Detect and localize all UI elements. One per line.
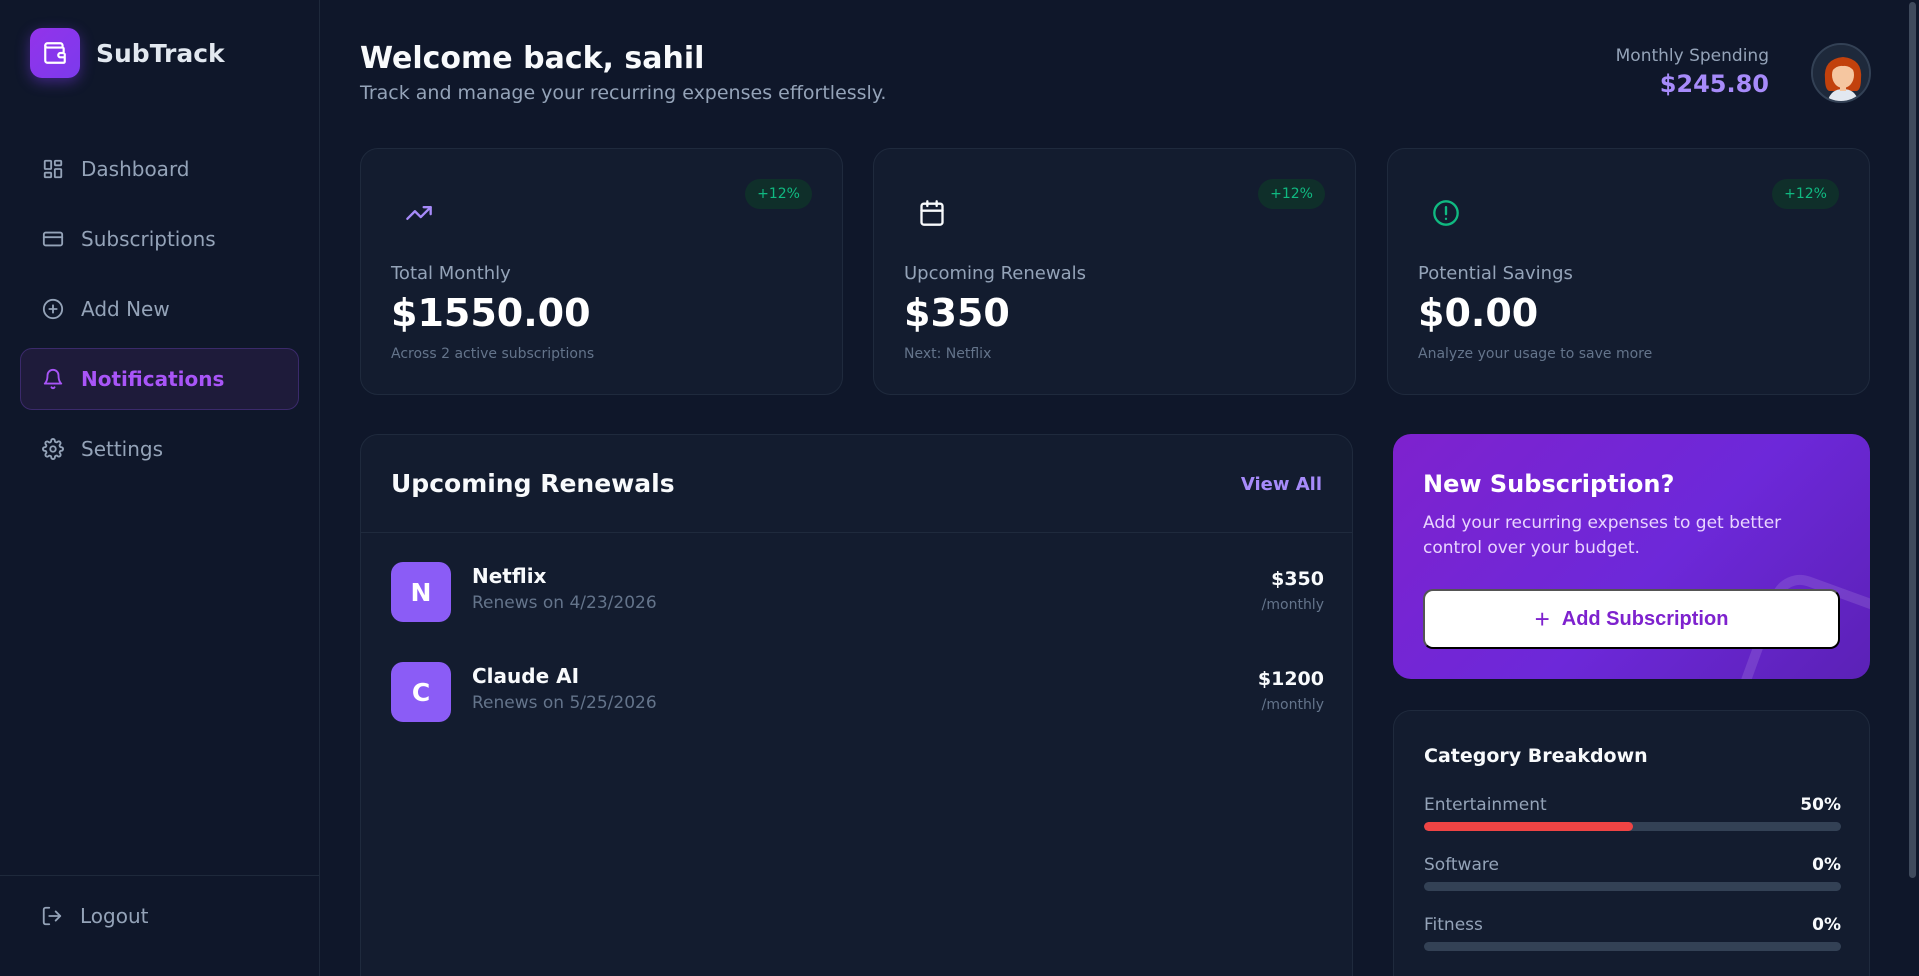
renewals-header: Upcoming Renewals View All bbox=[361, 435, 1352, 533]
list-item[interactable]: N Netflix Renews on 4/23/2026 $350 /mont… bbox=[391, 562, 1324, 622]
stat-card-potential-savings: +12% Potential Savings $0.00 Analyze you… bbox=[1387, 148, 1870, 395]
service-price: $350 bbox=[1271, 568, 1324, 590]
logout-button[interactable]: Logout bbox=[40, 904, 148, 928]
page-subtitle: Track and manage your recurring expenses… bbox=[360, 82, 887, 104]
stat-note: Analyze your usage to save more bbox=[1418, 346, 1653, 362]
view-all-link[interactable]: View All bbox=[1241, 474, 1322, 495]
category-progress-track bbox=[1424, 822, 1841, 831]
stat-label: Total Monthly bbox=[391, 263, 511, 284]
sidebar-item-dashboard[interactable]: Dashboard bbox=[20, 138, 299, 200]
service-avatar: C bbox=[391, 662, 451, 722]
new-subscription-card: New Subscription? Add your recurring exp… bbox=[1393, 434, 1870, 679]
stat-card-upcoming-renewals: +12% Upcoming Renewals $350 Next: Netfli… bbox=[873, 148, 1356, 395]
status-badge: +12% bbox=[745, 179, 812, 209]
sidebar-item-settings[interactable]: Settings bbox=[20, 418, 299, 480]
sidebar-nav: Dashboard Subscriptions Add New Notifica… bbox=[20, 138, 299, 488]
list-item[interactable]: C Claude AI Renews on 5/25/2026 $1200 /m… bbox=[391, 662, 1324, 722]
category-name: Fitness bbox=[1424, 915, 1483, 935]
page-title: Welcome back, sahil bbox=[360, 41, 705, 76]
calendar-icon bbox=[916, 197, 948, 229]
category-name: Entertainment bbox=[1424, 795, 1547, 815]
category-row-software: Software 0% bbox=[1424, 855, 1841, 891]
status-badge: +12% bbox=[1258, 179, 1325, 209]
category-percent: 50% bbox=[1800, 795, 1841, 815]
gear-icon bbox=[41, 437, 65, 461]
card-icon bbox=[41, 227, 65, 251]
status-badge: +12% bbox=[1772, 179, 1839, 209]
category-row-fitness: Fitness 0% bbox=[1424, 915, 1841, 951]
service-price: $1200 bbox=[1257, 668, 1324, 690]
trending-up-icon bbox=[403, 197, 435, 229]
monthly-spending: Monthly Spending $245.80 bbox=[1616, 46, 1769, 98]
sidebar-item-label: Subscriptions bbox=[81, 227, 216, 251]
plus-circle-icon bbox=[41, 297, 65, 321]
stat-value: $1550.00 bbox=[391, 291, 591, 335]
category-progress-track bbox=[1424, 882, 1841, 891]
avatar[interactable] bbox=[1811, 43, 1871, 103]
page-scrollbar[interactable] bbox=[1906, 0, 1919, 976]
category-percent: 0% bbox=[1812, 855, 1841, 875]
stat-note: Across 2 active subscriptions bbox=[391, 346, 595, 362]
wallet-icon bbox=[30, 28, 80, 78]
add-subscription-button[interactable]: + Add Subscription bbox=[1423, 589, 1840, 649]
monthly-spending-label: Monthly Spending bbox=[1615, 46, 1769, 66]
grid-icon bbox=[41, 157, 65, 181]
plus-icon: + bbox=[1534, 603, 1550, 634]
category-percent: 0% bbox=[1812, 915, 1841, 935]
bell-icon bbox=[41, 367, 65, 391]
stat-value: $350 bbox=[904, 291, 1010, 335]
promo-text: Add your recurring expenses to get bette… bbox=[1423, 513, 1782, 558]
billing-period: /monthly bbox=[1261, 697, 1324, 713]
monthly-spending-value: $245.80 bbox=[1659, 70, 1769, 98]
stat-card-total-monthly: +12% Total Monthly $1550.00 Across 2 act… bbox=[360, 148, 843, 395]
category-progress-track bbox=[1424, 942, 1841, 951]
upcoming-renewals-panel: Upcoming Renewals View All N Netflix Ren… bbox=[360, 434, 1353, 976]
category-title: Category Breakdown bbox=[1424, 745, 1648, 767]
logout-area: Logout bbox=[0, 875, 320, 976]
sidebar-item-notifications[interactable]: Notifications bbox=[20, 348, 299, 410]
service-name: Claude AI bbox=[472, 664, 580, 688]
service-avatar: N bbox=[391, 562, 451, 622]
promo-title: New Subscription? bbox=[1423, 470, 1675, 498]
stat-value: $0.00 bbox=[1418, 291, 1539, 335]
brand[interactable]: SubTrack bbox=[30, 28, 225, 78]
stat-note: Next: Netflix bbox=[904, 346, 992, 362]
sidebar-item-label: Add New bbox=[81, 297, 170, 321]
sidebar-item-label: Notifications bbox=[81, 367, 225, 391]
renewals-title: Upcoming Renewals bbox=[391, 469, 675, 498]
stat-label: Potential Savings bbox=[1418, 263, 1573, 284]
logout-label: Logout bbox=[80, 904, 149, 928]
renewal-date: Renews on 5/25/2026 bbox=[472, 693, 657, 713]
sidebar-item-subscriptions[interactable]: Subscriptions bbox=[20, 208, 299, 270]
alert-circle-icon bbox=[1430, 197, 1462, 229]
category-name: Software bbox=[1424, 855, 1499, 875]
stat-label: Upcoming Renewals bbox=[904, 263, 1086, 284]
sidebar-item-label: Settings bbox=[81, 437, 164, 461]
billing-period: /monthly bbox=[1261, 597, 1324, 613]
category-progress-fill bbox=[1424, 822, 1633, 831]
category-row-entertainment: Entertainment 50% bbox=[1424, 795, 1841, 831]
sidebar-item-label: Dashboard bbox=[81, 157, 190, 181]
add-subscription-label: Add Subscription bbox=[1561, 607, 1729, 630]
sidebar: SubTrack Dashboard Subscriptions Add New… bbox=[0, 0, 320, 976]
brand-name: SubTrack bbox=[96, 38, 225, 68]
category-breakdown-panel: Category Breakdown Entertainment 50% Sof… bbox=[1393, 710, 1870, 976]
scrollbar-thumb[interactable] bbox=[1909, 2, 1916, 878]
logout-icon bbox=[40, 904, 64, 928]
sidebar-item-add-new[interactable]: Add New bbox=[20, 278, 299, 340]
service-name: Netflix bbox=[472, 564, 547, 588]
renewal-date: Renews on 4/23/2026 bbox=[472, 593, 657, 613]
user-avatar-icon bbox=[1813, 45, 1869, 101]
